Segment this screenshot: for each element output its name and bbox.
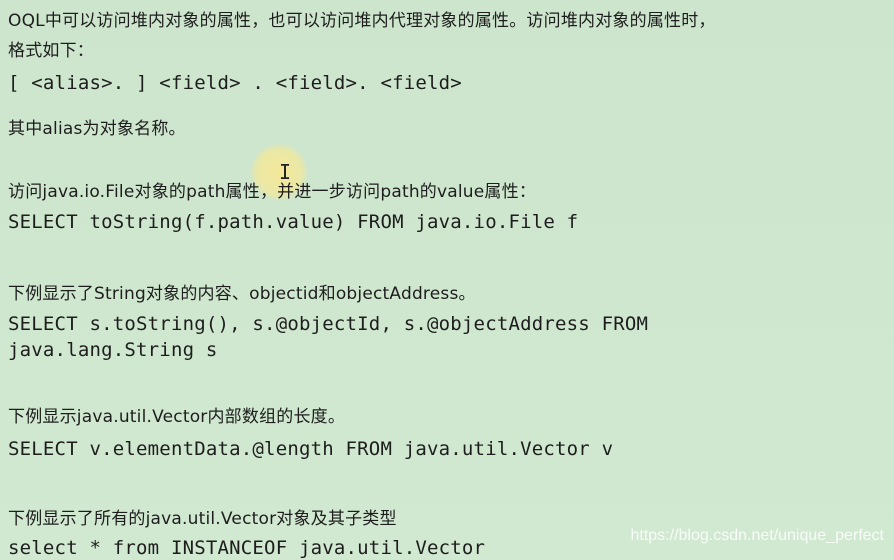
watermark: https://blog.csdn.net/unique_perfect: [630, 527, 884, 544]
example4-query: select * from INSTANCEOF java.util.Vecto…: [8, 537, 486, 559]
alias-note: 其中alias为对象名称。: [8, 119, 186, 139]
document-page: I OQL中可以访问堆内对象的属性，也可以访问堆内代理对象的属性。访问堆内对象的…: [0, 0, 894, 560]
example4-description: 下例显示了所有的java.util.Vector对象及其子类型: [8, 509, 397, 529]
example2-description: 下例显示了String对象的内容、objectid和objectAddress。: [8, 284, 476, 304]
example3-description: 下例显示java.util.Vector内部数组的长度。: [8, 407, 346, 427]
example1-description: 访问java.io.File对象的path属性，并进一步访问path的value…: [8, 182, 537, 202]
paragraph-intro-line1: OQL中可以访问堆内对象的属性，也可以访问堆内代理对象的属性。访问堆内对象的属性…: [8, 11, 716, 31]
example2-query-line2: java.lang.String s: [8, 339, 218, 361]
paragraph-intro-line2: 格式如下：: [8, 41, 94, 61]
example1-query: SELECT toString(f.path.value) FROM java.…: [8, 211, 579, 233]
example3-query: SELECT v.elementData.@length FROM java.u…: [8, 438, 614, 460]
syntax-format: [ <alias>. ] <field> . <field>. <field>: [8, 72, 462, 94]
example2-query-line1: SELECT s.toString(), s.@objectId, s.@obj…: [8, 313, 649, 335]
